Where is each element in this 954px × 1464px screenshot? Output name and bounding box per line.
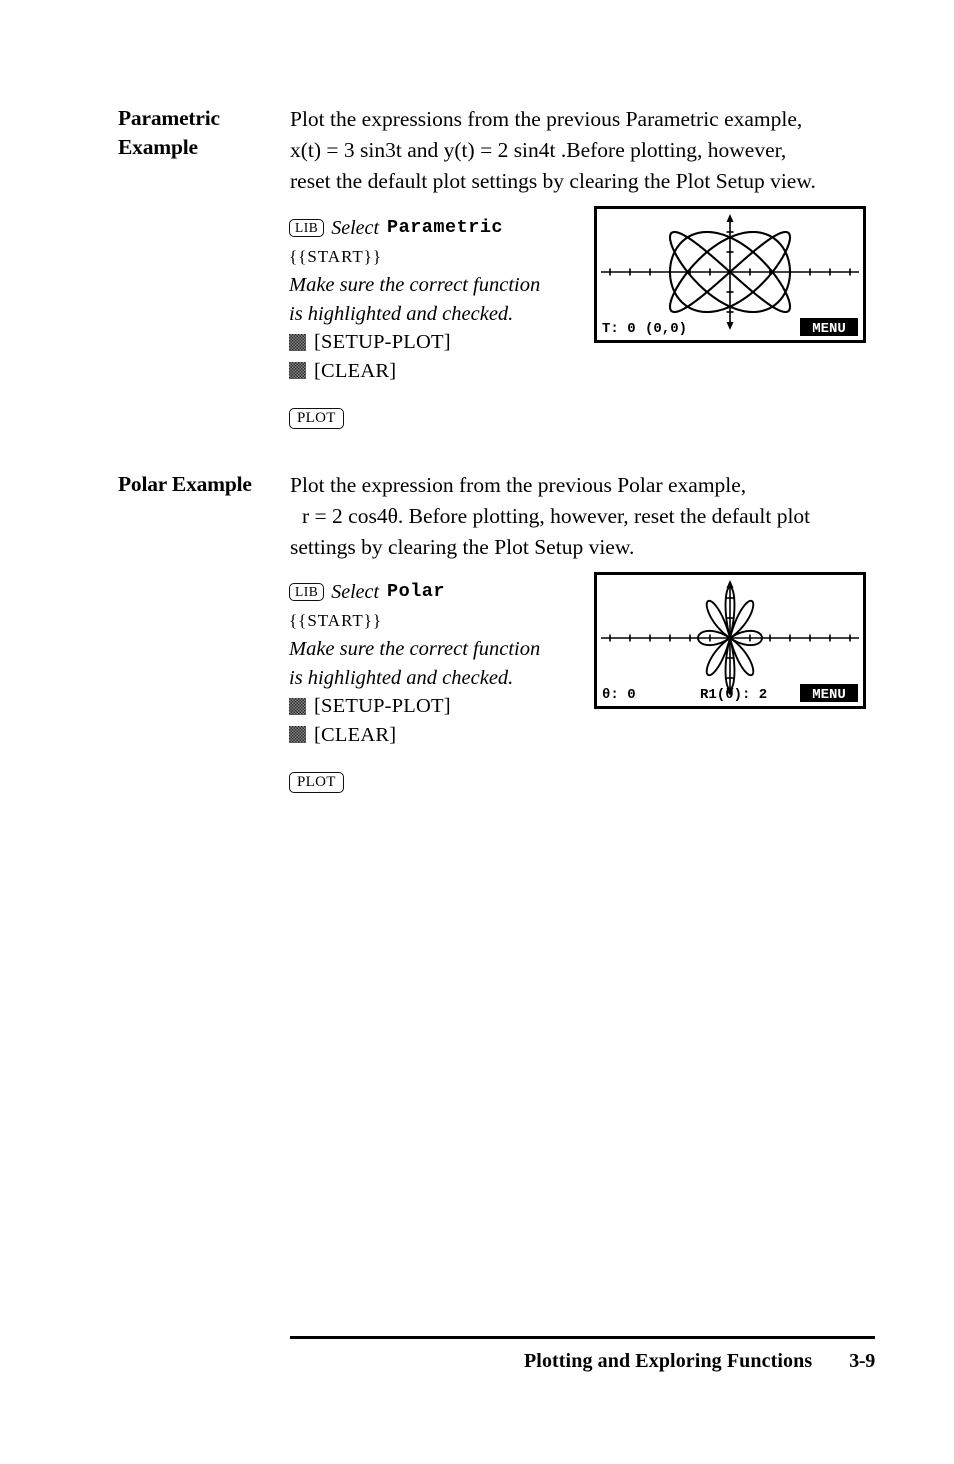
function-name-polar[interactable]: Polar	[387, 578, 445, 607]
setup-plot-label: [SETUP-PLOT]	[314, 695, 451, 717]
note-line: Make sure the correct function	[289, 274, 541, 296]
menu-label: MENU	[812, 321, 846, 337]
select-label: Select	[331, 581, 379, 603]
shift-key-icon[interactable]	[289, 333, 306, 351]
manual-page: Parametric Example Plot the expressions …	[0, 0, 954, 1464]
plot-key[interactable]: PLOT	[289, 771, 344, 793]
lib-key[interactable]: LIB	[289, 219, 325, 238]
keystroke-row-setup-plot[interactable]: [SETUP-PLOT]	[289, 328, 579, 357]
keystroke-row-clear[interactable]: [CLEAR]	[289, 721, 579, 750]
body-line: reset the default plot settings by clear…	[290, 169, 816, 193]
heading-line-1: Polar Example	[118, 472, 252, 496]
lib-key[interactable]: LIB	[289, 583, 325, 602]
section-heading-parametric: Parametric Example	[118, 104, 293, 162]
section-body-polar: Plot the expression from the previous Po…	[290, 470, 875, 563]
body-line: settings by clearing the Plot Setup view…	[290, 535, 635, 559]
start-key-label: {{START}}	[289, 610, 383, 630]
status-left: θ: 0	[602, 687, 636, 703]
plot-key[interactable]: PLOT	[289, 407, 344, 429]
keystroke-row-start[interactable]: {{START}}	[289, 607, 579, 636]
heading-line-1: Parametric	[118, 106, 220, 130]
shift-key-icon[interactable]	[289, 697, 306, 715]
keystroke-row-plot: PLOT	[289, 404, 579, 433]
shift-key-icon[interactable]	[289, 726, 306, 744]
status-coordinate: R1(θ): 2	[700, 687, 767, 703]
status-left: T: 0	[602, 321, 636, 337]
keystroke-row-plot: PLOT	[289, 768, 579, 797]
note-line: is highlighted and checked.	[289, 302, 514, 325]
section-body-parametric: Plot the expressions from the previous P…	[290, 104, 875, 197]
keystroke-row-setup-plot[interactable]: [SETUP-PLOT]	[289, 692, 579, 721]
menu-label: MENU	[812, 687, 846, 703]
footer-rule	[290, 1336, 875, 1339]
keystroke-list-polar: LIB Select Polar {{START}} Make sure the…	[289, 578, 579, 797]
shift-key-icon[interactable]	[289, 362, 306, 380]
polar-status-bar: θ: 0 R1(θ): 2 MENU	[602, 684, 858, 703]
status-coordinate: (0,0)	[645, 321, 687, 337]
body-line: Plot the expression from the previous Po…	[290, 473, 747, 497]
calculator-screen-parametric: T: 0 (0,0) MENU	[594, 206, 866, 343]
body-line: r = 2 cos4θ. Before plotting, however, r…	[302, 504, 811, 528]
footer-title: Plotting and Exploring Functions	[523, 1349, 813, 1372]
page-footer: Plotting and Exploring Functions 3-9	[290, 1336, 875, 1373]
keystroke-row-lib-select: LIB Select Polar	[289, 578, 579, 607]
body-line: Plot the expressions from the previous P…	[290, 107, 803, 131]
note-line: Make sure the correct function	[289, 638, 541, 660]
clear-label: [CLEAR]	[314, 723, 397, 746]
start-key-label: {{START}}	[289, 246, 383, 266]
section-heading-polar: Polar Example	[118, 470, 313, 499]
select-label: Select	[331, 217, 379, 239]
keystroke-row-lib-select: LIB Select Parametric	[289, 214, 579, 243]
keystroke-list-parametric: LIB Select Parametric {{START}} Make sur…	[289, 214, 579, 433]
note-line: is highlighted and checked.	[289, 666, 514, 689]
footer-page-number: 3-9	[849, 1349, 875, 1372]
function-name-parametric[interactable]: Parametric	[387, 214, 503, 243]
body-line: x(t) = 3 sin3t and y(t) = 2 sin4t .Befor…	[290, 138, 787, 162]
setup-plot-label: [SETUP-PLOT]	[314, 331, 451, 353]
keystroke-row-start[interactable]: {{START}}	[289, 243, 579, 272]
parametric-status-bar: T: 0 (0,0) MENU	[602, 318, 858, 337]
clear-label: [CLEAR]	[314, 359, 397, 382]
heading-line-2: Example	[118, 135, 198, 159]
keystroke-row-clear[interactable]: [CLEAR]	[289, 357, 579, 386]
calculator-screen-polar: θ: 0 R1(θ): 2 MENU	[594, 572, 866, 709]
